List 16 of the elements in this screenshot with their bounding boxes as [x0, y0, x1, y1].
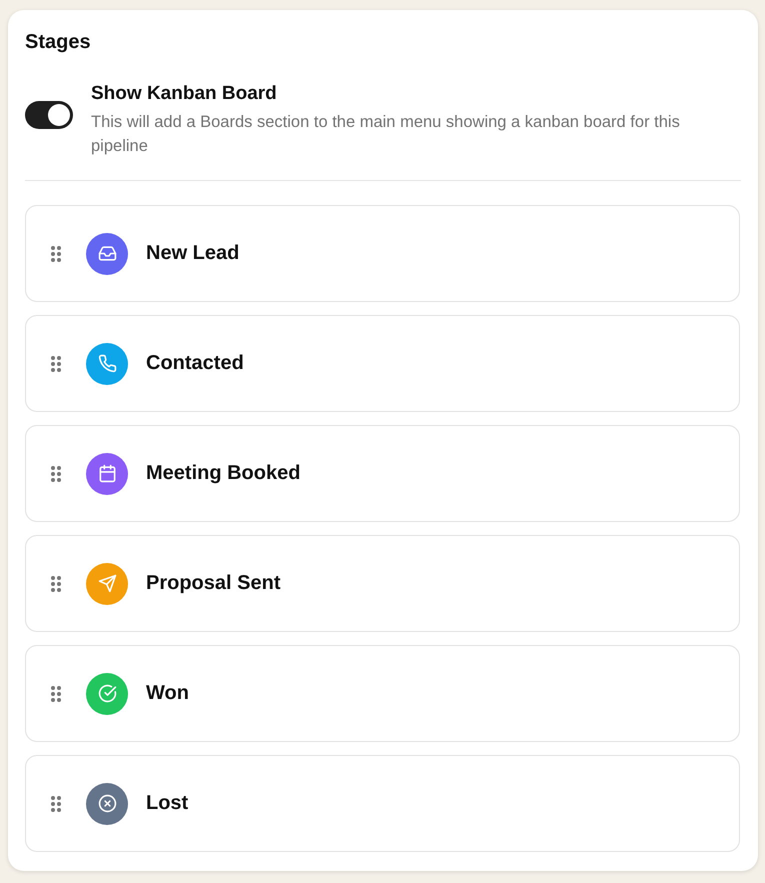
drag-handle-icon[interactable]: [51, 796, 61, 812]
drag-handle-icon[interactable]: [51, 686, 61, 702]
stage-name: Lost: [146, 792, 188, 815]
stage-name: Contacted: [146, 352, 244, 375]
drag-handle-icon[interactable]: [51, 466, 61, 482]
drag-handle-icon[interactable]: [51, 246, 61, 262]
toggle-description: This will add a Boards section to the main menu showing a kanban board for this pipeline: [91, 112, 681, 157]
toggle-switch[interactable]: [25, 101, 73, 129]
stage-name: Proposal Sent: [146, 572, 280, 595]
stage-name: Won: [146, 682, 189, 705]
toggle-label: Show Kanban Board: [91, 82, 278, 106]
stage-name: New Lead: [146, 242, 240, 265]
section-title: Stages: [25, 30, 92, 55]
drag-handle-icon[interactable]: [51, 356, 61, 372]
stage-name: Meeting Booked: [146, 462, 300, 485]
drag-handle-icon[interactable]: [51, 576, 61, 592]
